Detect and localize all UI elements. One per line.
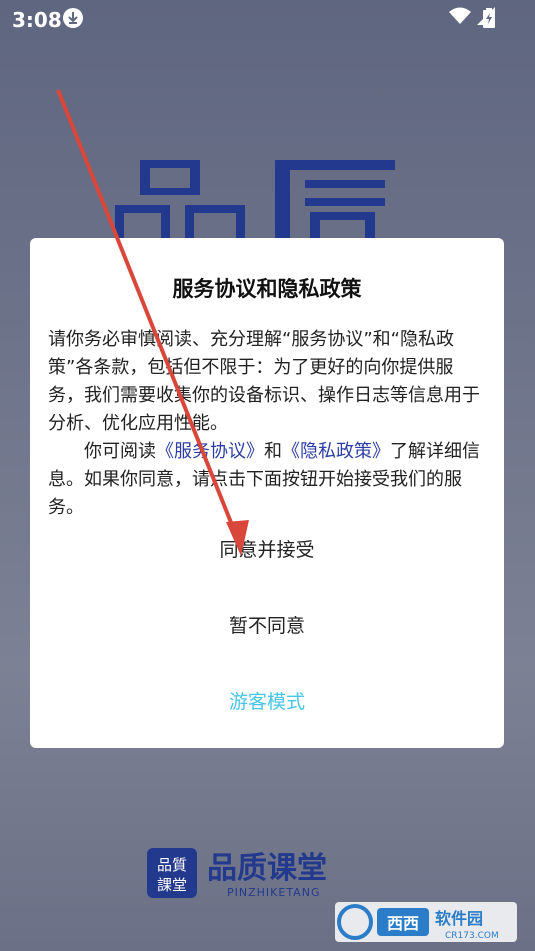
status-time: 3:08 [12,8,62,32]
privacy-policy-link[interactable]: 《隐私政策》 [282,441,390,462]
small-logo-text-bottom: 課堂 [157,876,187,894]
brand-pinyin: PINZHIKETANG [227,886,320,899]
watermark-logo: 西西 软件园 CR173.COM [335,902,517,942]
small-logo-text-top: 品質 [157,856,187,874]
service-agreement-link[interactable]: 《服务协议》 [156,441,264,462]
dialog-body: 请你务必审慎阅读、充分理解“服务协议”和“隐私政策”各条款，包括但不限于：为了更… [48,326,488,522]
agree-button[interactable]: 同意并接受 [30,535,504,562]
dialog-title: 服务协议和隐私政策 [172,277,362,301]
dialog-paragraph-2: 你可阅读《服务协议》和《隐私政策》了解详细信息。如果你同意，请点击下面按钮开始接… [48,438,488,522]
svg-text:软件园: 软件园 [435,909,483,928]
guest-mode-button[interactable]: 游客模式 [30,687,504,714]
download-icon [63,8,83,28]
decline-button[interactable]: 暂不同意 [30,611,504,638]
battery-icon [483,8,495,28]
brand-logo: 品質 課堂 品质课堂 PINZHIKETANG [147,848,327,899]
dialog-paragraph-1: 请你务必审慎阅读、充分理解“服务协议”和“隐私政策”各条款，包括但不限于：为了更… [48,329,480,434]
para2-and: 和 [264,441,282,462]
wifi-icon [449,7,471,24]
brand-logo-text: 品质课堂 [207,851,327,886]
status-bar: 3:08 [0,0,535,38]
para2-prefix: 你可阅读 [84,441,156,462]
svg-text:西西: 西西 [387,914,419,933]
privacy-dialog: 服务协议和隐私政策 请你务必审慎阅读、充分理解“服务协议”和“隐私政策”各条款，… [30,238,504,748]
watermark-url: CR173.COM [445,931,499,941]
